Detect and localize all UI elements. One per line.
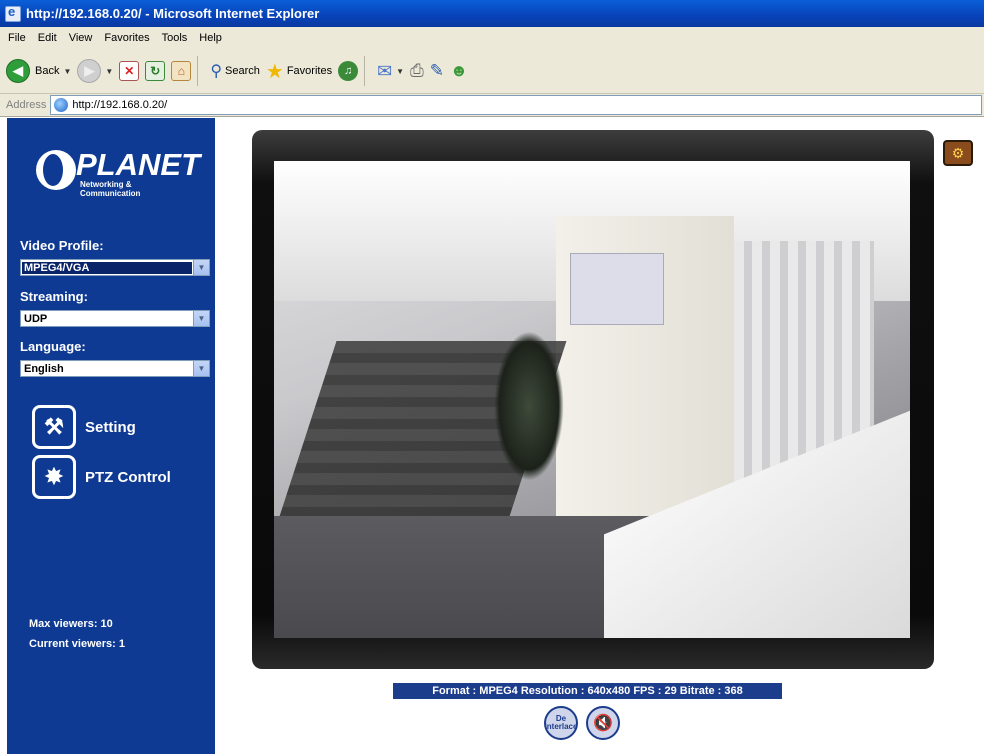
back-label: Back [35, 65, 60, 77]
window-title-bar: http://192.168.0.20/ - Microsoft Interne… [0, 0, 984, 27]
address-label: Address [6, 99, 47, 111]
streaming-value: UDP [24, 312, 48, 325]
back-icon: ◀ [6, 59, 30, 83]
window-title: http://192.168.0.20/ - Microsoft Interne… [26, 6, 320, 21]
language-select[interactable]: English ▼ [20, 360, 210, 377]
refresh-icon: ↻ [145, 61, 166, 81]
toolbar-separator [364, 56, 366, 86]
mail-icon: ✉ [377, 60, 393, 81]
media-button[interactable]: ♫ [338, 61, 359, 81]
language-value: English [24, 362, 64, 375]
page-icon [54, 98, 69, 112]
video-profile-value: MPEG4/VGA [22, 261, 192, 274]
standard-toolbar: ◀ Back ▼ ▶ ▼ ✕ ↻ ⌂ ⚲ Search ★ Favorites … [0, 49, 984, 94]
planet-globe-icon [36, 150, 76, 190]
back-button[interactable]: ◀ Back ▼ [6, 59, 71, 83]
language-label: Language: [20, 339, 86, 354]
messenger-button[interactable]: ☻ [450, 61, 468, 81]
chevron-down-icon[interactable]: ▼ [193, 361, 209, 376]
stop-button[interactable]: ✕ [119, 61, 140, 81]
address-url: http://192.168.0.20/ [72, 99, 168, 111]
mute-icon: 🔇 [593, 715, 613, 732]
stop-icon: ✕ [119, 61, 140, 81]
print-icon: ⎙ [410, 61, 424, 80]
video-profile-select[interactable]: MPEG4/VGA ▼ [20, 259, 210, 276]
current-viewers: Current viewers: 1 [29, 638, 125, 650]
video-profile-label: Video Profile: [20, 238, 104, 253]
setting-label: Setting [85, 418, 136, 436]
video-frame [252, 130, 934, 669]
messenger-icon: ☻ [449, 61, 468, 80]
menu-favorites[interactable]: Favorites [104, 32, 149, 44]
deinterlace-icon: De Interlace [544, 714, 578, 731]
streaming-label: Streaming: [20, 289, 88, 304]
mute-button[interactable]: 🔇 [586, 706, 620, 740]
edit-button[interactable]: ✎ [430, 61, 444, 81]
menu-help[interactable]: Help [199, 32, 222, 44]
address-input[interactable]: http://192.168.0.20/ [50, 95, 982, 115]
video-wall-sign [570, 253, 664, 325]
edit-icon: ✎ [429, 61, 444, 80]
ptz-label: PTZ Control [85, 468, 171, 486]
search-label: Search [225, 65, 260, 77]
setting-link[interactable]: ⚒ Setting [32, 405, 136, 449]
stream-info-bar: Format : MPEG4 Resolution : 640x480 FPS … [393, 683, 782, 699]
menu-bar: File Edit View Favorites Tools Help [0, 27, 984, 50]
toolbar-separator [197, 56, 199, 86]
home-button[interactable]: ⌂ [171, 61, 192, 81]
favorites-icon: ★ [265, 60, 284, 83]
forward-icon: ▶ [77, 59, 102, 83]
print-button[interactable]: ⎙ [410, 61, 424, 81]
max-viewers: Max viewers: 10 [29, 618, 113, 630]
menu-view[interactable]: View [69, 32, 93, 44]
toolbox-icon[interactable]: ⚙ [943, 140, 973, 166]
forward-dropdown-icon[interactable]: ▼ [105, 67, 113, 76]
mail-dropdown-icon[interactable]: ▼ [396, 67, 404, 76]
streaming-select[interactable]: UDP ▼ [20, 310, 210, 327]
logo-tagline: Networking & Communication [80, 180, 141, 198]
forward-button[interactable]: ▶ ▼ [77, 59, 113, 83]
back-dropdown-icon[interactable]: ▼ [63, 67, 71, 76]
planet-logo: PLANET Networking & Communication [36, 147, 200, 198]
menu-file[interactable]: File [8, 32, 26, 44]
address-bar: Address http://192.168.0.20/ [0, 94, 984, 117]
settings-icon: ⚒ [32, 405, 76, 449]
search-button[interactable]: ⚲ Search [210, 61, 260, 81]
chevron-down-icon[interactable]: ▼ [193, 311, 209, 326]
menu-tools[interactable]: Tools [162, 32, 188, 44]
media-icon: ♫ [338, 61, 359, 81]
search-icon: ⚲ [210, 63, 223, 80]
refresh-button[interactable]: ↻ [145, 61, 166, 81]
logo-brand: PLANET [76, 147, 200, 182]
video-plant [494, 331, 564, 481]
ie-icon [5, 4, 21, 22]
camera-video[interactable] [274, 161, 910, 638]
deinterlace-button[interactable]: De Interlace [544, 706, 578, 740]
sidebar: PLANET Networking & Communication Video … [7, 118, 215, 754]
ptz-icon: ✸ [32, 455, 76, 499]
chevron-down-icon[interactable]: ▼ [193, 260, 209, 275]
favorites-button[interactable]: ★ Favorites [266, 59, 332, 84]
favorites-label: Favorites [286, 65, 333, 77]
menu-edit[interactable]: Edit [38, 32, 57, 44]
ptz-control-link[interactable]: ✸ PTZ Control [32, 455, 171, 499]
mail-button[interactable]: ✉ ▼ [377, 61, 404, 82]
home-icon: ⌂ [171, 61, 192, 81]
